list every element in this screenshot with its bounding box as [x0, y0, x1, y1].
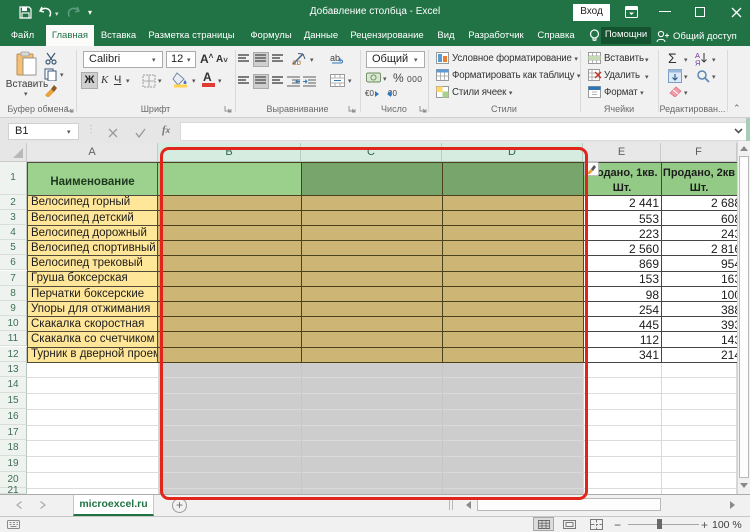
svg-text:€0: €0: [365, 89, 374, 98]
svg-text:Я: Я: [695, 59, 700, 67]
svg-text:ab: ab: [330, 53, 340, 63]
svg-text:ab: ab: [292, 58, 301, 66]
